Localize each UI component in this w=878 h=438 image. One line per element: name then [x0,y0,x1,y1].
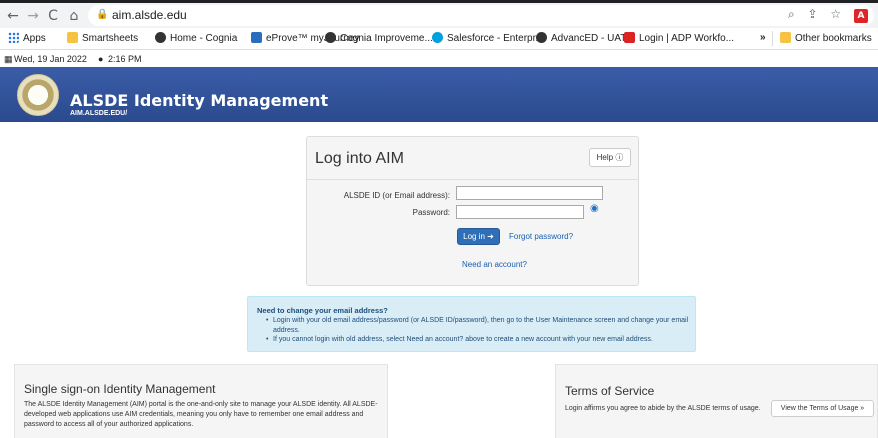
terms-panel: Terms of Service Login affirms you agree… [555,364,878,438]
salesforce-icon [432,32,443,43]
alsde-seal-logo[interactable] [17,74,59,116]
alsde-id-label: ALSDE ID (or Email address): [343,191,450,200]
info-item: If you cannot login with old address, se… [266,335,691,345]
date-bar: ▦ Wed, 19 Jan 2022 ● 2:16 PM [0,51,878,67]
address-bar[interactable]: 🔒 aim.alsde.edu ⌕ ⇪ ☆ A [88,5,874,26]
sso-description: The ALSDE Identity Management (AIM) port… [24,401,378,428]
login-divider [307,179,638,180]
forward-arrow-icon[interactable]: → [24,6,42,26]
terms-text: Login affirms you agree to abide by the … [565,405,761,412]
forgot-password-link[interactable]: Forgot password? [509,232,573,241]
site-title[interactable]: ALSDE Identity Management [70,91,328,110]
reload-icon[interactable]: C [44,6,62,26]
terms-title: Terms of Service [565,384,655,398]
adp-icon [624,32,635,43]
back-arrow-icon[interactable]: ← [4,6,22,26]
email-change-info-box: Need to change your email address? Login… [247,296,696,352]
bookmark-adp[interactable]: Login | ADP Workfo... [624,32,734,44]
bookmark-apps[interactable]: Apps [8,32,46,44]
date-text: Wed, 19 Jan 2022 [14,54,87,64]
url-text: aim.alsde.edu [112,8,187,22]
bookmarks-divider [772,31,773,46]
log-in-button[interactable]: Log in ➜ [457,228,500,245]
bookmark-home-cognia[interactable]: Home - Cognia [155,32,237,44]
login-panel: Log into AIM Help ⓘ ALSDE ID (or Email a… [306,136,639,286]
time-text: 2:16 PM [108,54,142,64]
bookmark-salesforce[interactable]: Salesforce - Enterpr... [432,32,544,44]
advanced-icon [536,32,547,43]
calendar-icon: ▦ [4,54,13,64]
sso-title: Single sign-on Identity Management [24,382,216,396]
cognia-icon [325,32,336,43]
help-button[interactable]: Help ⓘ [589,148,631,167]
lock-icon[interactable]: 🔒 [96,9,108,20]
home-icon[interactable]: ⌂ [65,6,83,26]
view-terms-button[interactable]: View the Terms of Usage » [771,400,874,417]
folder-icon [780,32,791,43]
more-bookmarks-button[interactable]: » [760,32,766,43]
info-item: Login with your old email address/passwo… [266,316,691,335]
cognia-icon [155,32,166,43]
password-label: Password: [412,208,450,217]
bookmark-other[interactable]: Other bookmarks [780,32,872,44]
alsde-id-input[interactable] [456,186,603,200]
bookmark-cognia-improvement[interactable]: Cognia Improveme... [325,32,433,44]
info-list: Login with your old email address/passwo… [266,316,691,345]
main-content: Log into AIM Help ⓘ ALSDE ID (or Email a… [0,122,878,438]
zoom-icon[interactable]: ⌕ [788,7,795,21]
sso-panel: Single sign-on Identity Management The A… [14,364,388,438]
site-subtitle: AIM.ALSDE.EDU/ [70,110,128,117]
site-header: ALSDE Identity Management AIM.ALSDE.EDU/ [0,67,878,122]
pdf-extension-icon[interactable]: A [854,9,868,23]
login-title: Log into AIM [315,150,404,167]
clock-icon: ● [98,54,104,64]
my-icon [251,32,262,43]
need-account-link[interactable]: Need an account? [462,260,527,269]
bookmark-smartsheets[interactable]: Smartsheets [67,32,138,44]
show-password-eye-icon[interactable]: ◉ [590,203,599,214]
browser-toolbar: ← → C ⌂ 🔒 aim.alsde.edu ⌕ ⇪ ☆ A [0,0,878,28]
password-input[interactable] [456,205,584,219]
star-icon[interactable]: ☆ [830,7,841,21]
share-icon[interactable]: ⇪ [808,7,818,21]
info-heading: Need to change your email address? [257,306,388,315]
bookmark-advanced-uat[interactable]: AdvancED - UAT [536,32,626,44]
bookmarks-bar: Apps Smartsheets Home - Cognia eProve™ m… [0,28,878,50]
folder-icon [67,32,78,43]
apps-icon [8,32,19,43]
